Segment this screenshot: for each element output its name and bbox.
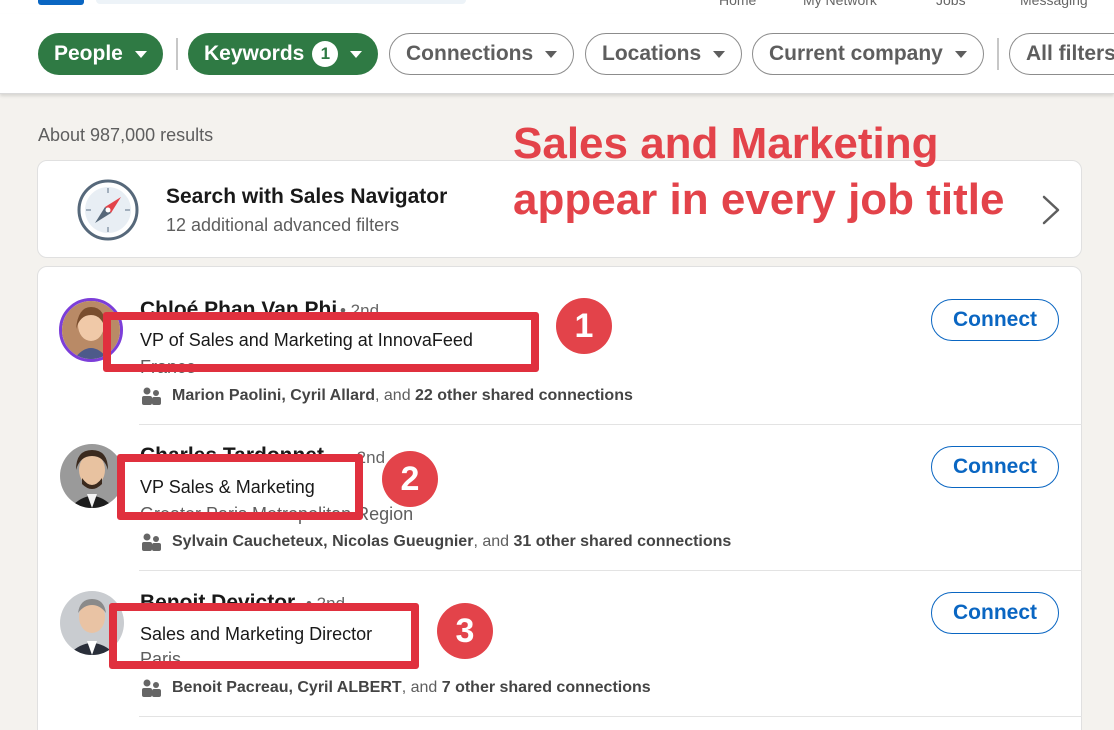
caret-down-icon: [713, 50, 726, 58]
shared-names: Marion Paolini, Cyril Allard: [172, 387, 375, 404]
person-headline: VP of Sales and Marketing at InnovaFeed: [140, 330, 473, 351]
search-filter-bar: People Keywords 1 Connections Locations …: [0, 14, 1114, 94]
highlight-box: VP of Sales and Marketing at InnovaFeed: [103, 312, 539, 372]
caret-down-icon: [134, 50, 147, 58]
sales-navigator-title: Search with Sales Navigator: [166, 185, 448, 208]
people-icon: [142, 679, 161, 697]
people-icon: [142, 533, 161, 551]
annotation-line-1: Sales and Marketing: [513, 119, 939, 168]
sales-navigator-subtitle: 12 additional advanced filters: [166, 215, 400, 235]
current-company-filter-label: Current company: [769, 42, 943, 65]
connect-button[interactable]: Connect: [931, 299, 1059, 341]
filter-divider: [176, 38, 178, 70]
avatar[interactable]: [60, 444, 124, 508]
linkedin-logo[interactable]: [38, 0, 84, 5]
row-divider: [139, 424, 1082, 425]
keywords-count-badge: 1: [312, 41, 339, 67]
chevron-right-icon[interactable]: [1038, 193, 1068, 227]
highlight-box: Sales and Marketing Director: [109, 603, 419, 669]
annotation-line-2: appear in every job title: [513, 175, 1005, 224]
shared-connections[interactable]: Benoit Pacreau, Cyril ALBERT, and 7 othe…: [172, 679, 651, 697]
all-filters-label: All filters: [1026, 42, 1114, 65]
person-headline: VP Sales & Marketing: [140, 477, 315, 498]
connections-filter-label: Connections: [406, 42, 534, 65]
shared-and: , and: [473, 533, 514, 550]
filter-divider: [997, 38, 999, 70]
connections-filter-button[interactable]: Connections: [389, 33, 575, 75]
shared-and: , and: [375, 387, 416, 404]
people-filter-label: People: [54, 42, 123, 65]
nav-messaging[interactable]: Messaging: [1020, 0, 1088, 8]
top-header: Home My Network Jobs Messaging: [0, 0, 1114, 14]
nav-my-network[interactable]: My Network: [803, 0, 877, 8]
shared-names: Sylvain Caucheteux, Nicolas Gueugnier: [172, 533, 474, 550]
shared-names: Benoit Pacreau, Cyril ALBERT: [172, 679, 402, 696]
annotation-number-badge: 3: [437, 603, 493, 659]
row-divider: [139, 570, 1082, 571]
shared-connections[interactable]: Marion Paolini, Cyril Allard, and 22 oth…: [172, 387, 633, 405]
results-count: About 987,000 results: [38, 125, 214, 145]
global-search-input[interactable]: [96, 0, 466, 4]
nav-jobs[interactable]: Jobs: [936, 0, 966, 8]
keywords-filter-button[interactable]: Keywords 1: [188, 33, 379, 75]
shared-count: 31 other shared connections: [513, 533, 732, 550]
annotation-number-badge: 2: [382, 451, 438, 507]
connect-button[interactable]: Connect: [931, 446, 1059, 488]
keywords-filter-label: Keywords: [204, 42, 305, 65]
locations-filter-button[interactable]: Locations: [585, 33, 743, 75]
shared-connections[interactable]: Sylvain Caucheteux, Nicolas Gueugnier, a…: [172, 533, 731, 551]
people-icon: [142, 387, 161, 405]
nav-home[interactable]: Home: [719, 0, 756, 8]
shared-count: 7 other shared connections: [441, 679, 651, 696]
people-filter-button[interactable]: People: [38, 33, 163, 75]
all-filters-button[interactable]: All filters: [1009, 33, 1114, 75]
shared-count: 22 other shared connections: [415, 387, 633, 404]
row-divider: [139, 716, 1082, 717]
highlight-box: VP Sales & Marketing: [117, 454, 363, 520]
compass-icon: [77, 179, 139, 241]
current-company-filter-button[interactable]: Current company: [752, 33, 984, 75]
connect-button[interactable]: Connect: [931, 592, 1059, 634]
shared-and: , and: [401, 679, 442, 696]
caret-down-icon: [954, 50, 967, 58]
annotation-number-badge: 1: [556, 298, 612, 354]
caret-down-icon: [350, 50, 363, 58]
person-headline: Sales and Marketing Director: [140, 624, 373, 645]
annotation-text: Sales and Marketing appear in every job …: [513, 116, 1005, 228]
locations-filter-label: Locations: [602, 42, 702, 65]
caret-down-icon: [545, 50, 558, 58]
